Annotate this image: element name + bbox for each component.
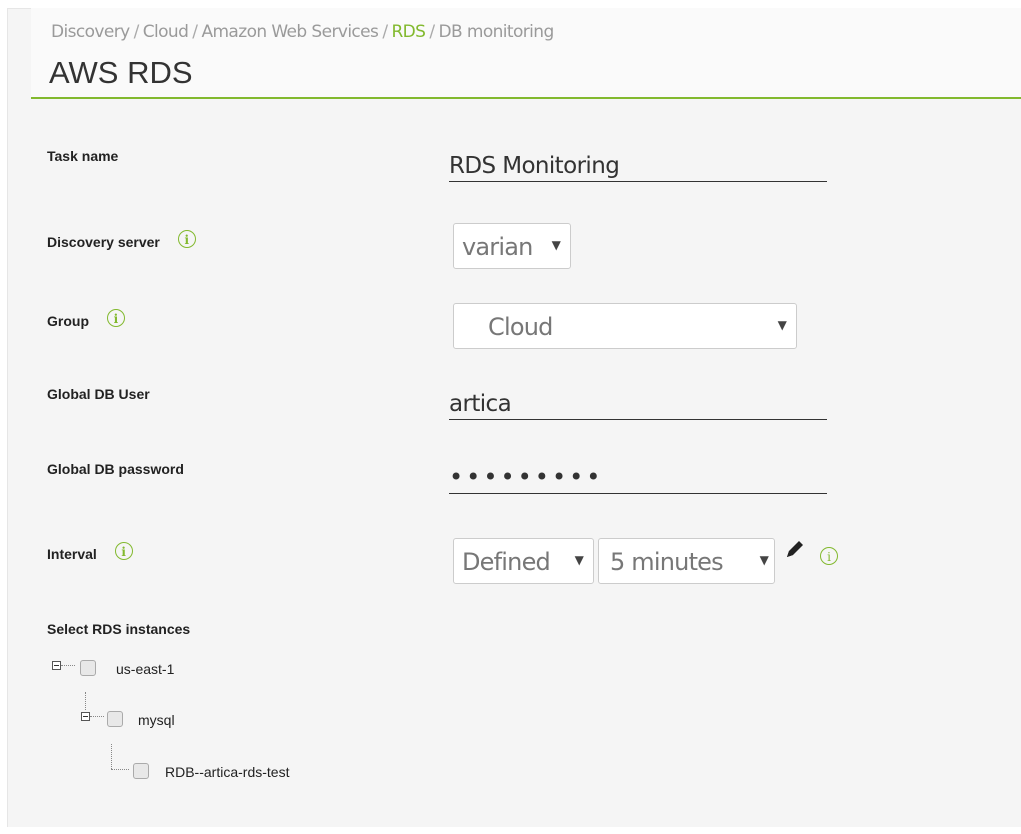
global-db-user-label: Global DB User (47, 386, 150, 402)
region-checkbox[interactable] (80, 660, 96, 676)
breadcrumb-separator: / (429, 22, 435, 42)
group-value: Cloud (488, 313, 553, 341)
breadcrumb-separator: / (382, 22, 388, 42)
info-icon[interactable]: i (106, 309, 125, 328)
minus-toggle-icon[interactable] (52, 661, 61, 670)
info-icon[interactable]: i (114, 542, 133, 561)
task-name-label: Task name (47, 148, 119, 164)
breadcrumb: Discovery / Cloud / Amazon Web Services / RDS /… (51, 22, 554, 42)
group-select[interactable]: Cloud ▼ (453, 303, 797, 349)
tree-connector (111, 769, 129, 770)
chevron-down-icon: ▼ (777, 318, 787, 332)
discovery-server-label: Discovery server (47, 234, 160, 250)
task-name-input[interactable] (449, 151, 827, 182)
interval-value-select[interactable]: 5 minutes ▼ (598, 538, 775, 584)
tree-connector (61, 665, 75, 666)
interval-value: 5 minutes (610, 548, 724, 576)
global-db-password-label: Global DB password (47, 461, 184, 477)
chevron-down-icon: ▼ (551, 238, 561, 252)
chevron-down-icon: ▼ (574, 553, 584, 567)
discovery-server-select[interactable]: varian ▼ (453, 223, 571, 269)
breadcrumb-db-monitoring: DB monitoring (438, 22, 555, 42)
group-row: Group i (47, 309, 125, 331)
group-label: Group (47, 313, 89, 329)
pencil-icon[interactable] (784, 538, 806, 560)
page-title: AWS RDS (49, 55, 193, 90)
interval-mode-select[interactable]: Defined ▼ (453, 538, 594, 584)
interval-row: Interval i (47, 542, 133, 564)
info-icon[interactable]: i (177, 230, 196, 249)
tree-connector (85, 692, 86, 710)
breadcrumb-discovery[interactable]: Discovery (51, 22, 130, 42)
instance-checkbox[interactable] (133, 763, 149, 779)
global-db-user-input[interactable] (449, 389, 827, 420)
tree-node-engine[interactable]: mysql (138, 712, 175, 728)
tree-connector (111, 744, 112, 769)
tree-connector (90, 716, 104, 717)
tree-node-region[interactable]: us-east-1 (116, 661, 174, 677)
global-db-password-input[interactable]: ••••••••• (449, 463, 827, 494)
breadcrumb-separator: / (133, 22, 140, 42)
discovery-server-value: varian (462, 233, 533, 261)
select-rds-label: Select RDS instances (47, 621, 191, 637)
discovery-server-row: Discovery server i (47, 230, 196, 252)
breadcrumb-aws[interactable]: Amazon Web Services (201, 22, 378, 42)
chevron-down-icon: ▼ (759, 553, 769, 567)
interval-mode-value: Defined (462, 548, 551, 576)
breadcrumb-cloud[interactable]: Cloud (143, 22, 189, 42)
info-icon[interactable]: i (820, 547, 838, 565)
engine-checkbox[interactable] (107, 711, 123, 727)
minus-toggle-icon[interactable] (81, 712, 90, 721)
page-header: Discovery / Cloud / Amazon Web Services / RDS /… (31, 8, 1021, 99)
interval-label: Interval (47, 546, 97, 562)
breadcrumb-rds[interactable]: RDS (391, 22, 426, 42)
breadcrumb-separator: / (192, 22, 198, 42)
tree-node-instance[interactable]: RDB--artica-rds-test (165, 764, 289, 780)
